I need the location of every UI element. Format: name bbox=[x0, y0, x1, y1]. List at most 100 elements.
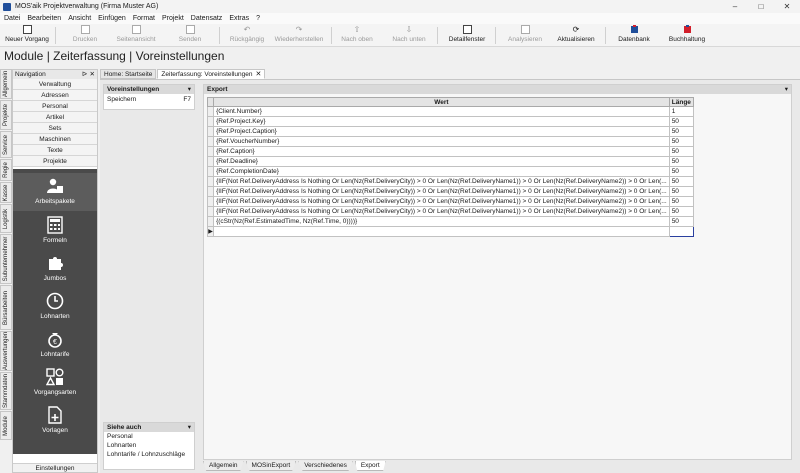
side-tab-projekte[interactable]: Projekte bbox=[0, 100, 12, 130]
nav-item-maschinen[interactable]: Maschinen bbox=[13, 134, 97, 145]
side-tab-allgemein[interactable]: Allgemein bbox=[0, 69, 12, 99]
cell-wert[interactable]: {IIF(Not Ref.DeliveryAddress Is Nothing … bbox=[213, 176, 670, 187]
accounting-button[interactable]: Buchhaltung bbox=[666, 25, 708, 46]
cell-wert-new[interactable] bbox=[213, 226, 670, 237]
save-action[interactable]: Speichern F7 bbox=[104, 94, 194, 104]
chevron-down-icon[interactable]: ▾ bbox=[785, 85, 788, 93]
minimize-button[interactable]: – bbox=[722, 0, 748, 13]
menu-einfuegen[interactable]: Einfügen bbox=[98, 15, 126, 22]
cell-laenge[interactable]: 50 bbox=[668, 206, 695, 217]
cell-laenge[interactable]: 1 bbox=[668, 106, 695, 117]
table-row[interactable]: {(cStr(Nz(Ref.EstimatedTime, Nz(Ref.Time… bbox=[206, 216, 695, 227]
new-row[interactable]: ▶ bbox=[206, 226, 695, 237]
menu-projekt[interactable]: Projekt bbox=[162, 15, 184, 22]
nav-item-personal[interactable]: Personal bbox=[13, 101, 97, 112]
redo-button[interactable]: ↷ Wiederherstellen bbox=[272, 25, 326, 46]
send-button[interactable]: Senden bbox=[175, 25, 205, 46]
bottom-tab-export[interactable]: Export bbox=[354, 461, 386, 471]
cell-laenge[interactable]: 50 bbox=[668, 216, 695, 227]
cell-laenge[interactable]: 50 bbox=[668, 116, 695, 127]
database-button[interactable]: Datenbank bbox=[616, 25, 652, 46]
table-row[interactable]: {IIF(Not Ref.DeliveryAddress Is Nothing … bbox=[206, 186, 695, 197]
cell-laenge[interactable]: 50 bbox=[668, 136, 695, 147]
nav-item-sets[interactable]: Sets bbox=[13, 123, 97, 134]
menu-help[interactable]: ? bbox=[256, 15, 260, 22]
cell-wert[interactable]: {Ref.CompletionDate} bbox=[213, 166, 670, 177]
cell-laenge[interactable]: 50 bbox=[668, 176, 695, 187]
close-icon[interactable]: ✕ bbox=[90, 70, 95, 78]
cell-laenge-new[interactable] bbox=[668, 226, 695, 237]
move-up-button[interactable]: ⇧ Nach oben bbox=[338, 25, 376, 46]
bottom-tab-verschiedenes[interactable]: Verschiedenes bbox=[298, 461, 353, 471]
cell-laenge[interactable]: 50 bbox=[668, 156, 695, 167]
cell-wert[interactable]: {Ref.Project.Key} bbox=[213, 116, 670, 127]
settings-button[interactable]: Einstellungen bbox=[13, 463, 97, 472]
side-tab-service[interactable]: Service bbox=[0, 131, 12, 158]
maximize-button[interactable]: □ bbox=[748, 0, 774, 13]
table-row[interactable]: {Ref.Caption} 50 bbox=[206, 146, 695, 157]
nav-item-texte[interactable]: Texte bbox=[13, 145, 97, 156]
link-personal[interactable]: Personal bbox=[104, 432, 194, 441]
cell-laenge[interactable]: 50 bbox=[668, 146, 695, 157]
cell-wert[interactable]: {Ref.VoucherNumber} bbox=[213, 136, 670, 147]
table-row[interactable]: {Ref.Project.Caption} 50 bbox=[206, 126, 695, 137]
tab-startseite[interactable]: Home: Startseite bbox=[100, 69, 157, 79]
move-down-button[interactable]: ⇩ Nach unten bbox=[389, 25, 429, 46]
menu-format[interactable]: Format bbox=[133, 15, 155, 22]
side-tab-regie[interactable]: Regie bbox=[0, 159, 12, 181]
table-row[interactable]: {Client.Number} 1 bbox=[206, 106, 695, 117]
module-vorgangsarten[interactable]: Vorgangsarten bbox=[13, 364, 97, 402]
table-row[interactable]: {IIF(Not Ref.DeliveryAddress Is Nothing … bbox=[206, 196, 695, 207]
menu-datensatz[interactable]: Datensatz bbox=[191, 15, 223, 22]
cell-wert[interactable]: {Ref.Deadline} bbox=[213, 156, 670, 167]
analyze-button[interactable]: Analysieren bbox=[504, 25, 546, 46]
cell-laenge[interactable]: 50 bbox=[668, 126, 695, 137]
side-tab-kasse[interactable]: Kasse bbox=[0, 182, 12, 203]
refresh-button[interactable]: ⟳ Aktualisieren bbox=[554, 25, 598, 46]
cell-laenge[interactable]: 50 bbox=[668, 186, 695, 197]
side-tab-auswertungen[interactable]: Auswertungen bbox=[0, 331, 12, 371]
tab-voreinstellungen[interactable]: Zeiterfassung: Voreinstellungen ✕ bbox=[157, 69, 266, 79]
table-row[interactable]: {Ref.CompletionDate} 50 bbox=[206, 166, 695, 177]
module-formeln[interactable]: Formeln bbox=[13, 212, 97, 250]
cell-laenge[interactable]: 50 bbox=[668, 166, 695, 177]
detail-window-button[interactable]: Detailfenster bbox=[444, 25, 490, 46]
side-tab-subunternehmer[interactable]: Subunternehmer bbox=[0, 234, 12, 284]
table-row[interactable]: {Ref.Deadline} 50 bbox=[206, 156, 695, 167]
module-vorlagen[interactable]: Vorlagen bbox=[13, 402, 97, 440]
chevron-down-icon[interactable]: ▾ bbox=[188, 85, 191, 93]
table-row[interactable]: {Ref.VoucherNumber} 50 bbox=[206, 136, 695, 147]
menu-bearbeiten[interactable]: Bearbeiten bbox=[27, 15, 61, 22]
table-row[interactable]: {IIF(Not Ref.DeliveryAddress Is Nothing … bbox=[206, 176, 695, 187]
cell-wert[interactable]: {Ref.Caption} bbox=[213, 146, 670, 157]
link-lohntarife[interactable]: Lohntarife / Lohnzuschläge bbox=[104, 450, 194, 459]
module-lohntarife[interactable]: € Lohntarife bbox=[13, 326, 97, 364]
side-tab-stammdaten[interactable]: Stammdaten bbox=[0, 372, 12, 410]
cell-laenge[interactable]: 50 bbox=[668, 196, 695, 207]
undo-button[interactable]: ↶ Rückgängig bbox=[227, 25, 267, 46]
bottom-tab-mosinexport[interactable]: MOSinExport bbox=[245, 461, 297, 471]
menu-ansicht[interactable]: Ansicht bbox=[68, 15, 91, 22]
cell-wert[interactable]: {(cStr(Nz(Ref.EstimatedTime, Nz(Ref.Time… bbox=[213, 216, 670, 227]
preview-button[interactable]: Seitenansicht bbox=[113, 25, 159, 46]
module-arbeitspakete[interactable]: Arbeitspakete bbox=[13, 173, 97, 211]
close-icon[interactable]: ✕ bbox=[255, 70, 261, 78]
new-vorgang-button[interactable]: Neuer Vorgang bbox=[4, 25, 50, 46]
module-lohnarten[interactable]: Lohnarten bbox=[13, 288, 97, 326]
link-lohnarten[interactable]: Lohnarten bbox=[104, 441, 194, 450]
module-jumbos[interactable]: Jumbos bbox=[13, 250, 97, 288]
cell-wert[interactable]: {Client.Number} bbox=[213, 106, 670, 117]
table-row[interactable]: {IIF(Not Ref.DeliveryAddress Is Nothing … bbox=[206, 206, 695, 217]
column-header-wert[interactable]: Wert bbox=[213, 97, 670, 107]
pin-icon[interactable]: ᐅ bbox=[82, 70, 87, 78]
bottom-tab-allgemein[interactable]: Allgemein bbox=[203, 461, 244, 471]
side-tab-module[interactable]: Module bbox=[0, 411, 12, 440]
print-button[interactable]: Drucken bbox=[70, 25, 100, 46]
chevron-down-icon[interactable]: ▾ bbox=[188, 423, 191, 431]
nav-item-adressen[interactable]: Adressen bbox=[13, 90, 97, 101]
cell-wert[interactable]: {IIF(Not Ref.DeliveryAddress Is Nothing … bbox=[213, 206, 670, 217]
close-button[interactable]: ✕ bbox=[774, 0, 800, 13]
menu-extras[interactable]: Extras bbox=[229, 15, 249, 22]
nav-item-verwaltung[interactable]: Verwaltung bbox=[13, 79, 97, 90]
side-tab-buersarbeiten[interactable]: Bürsarbeiten bbox=[0, 285, 12, 330]
